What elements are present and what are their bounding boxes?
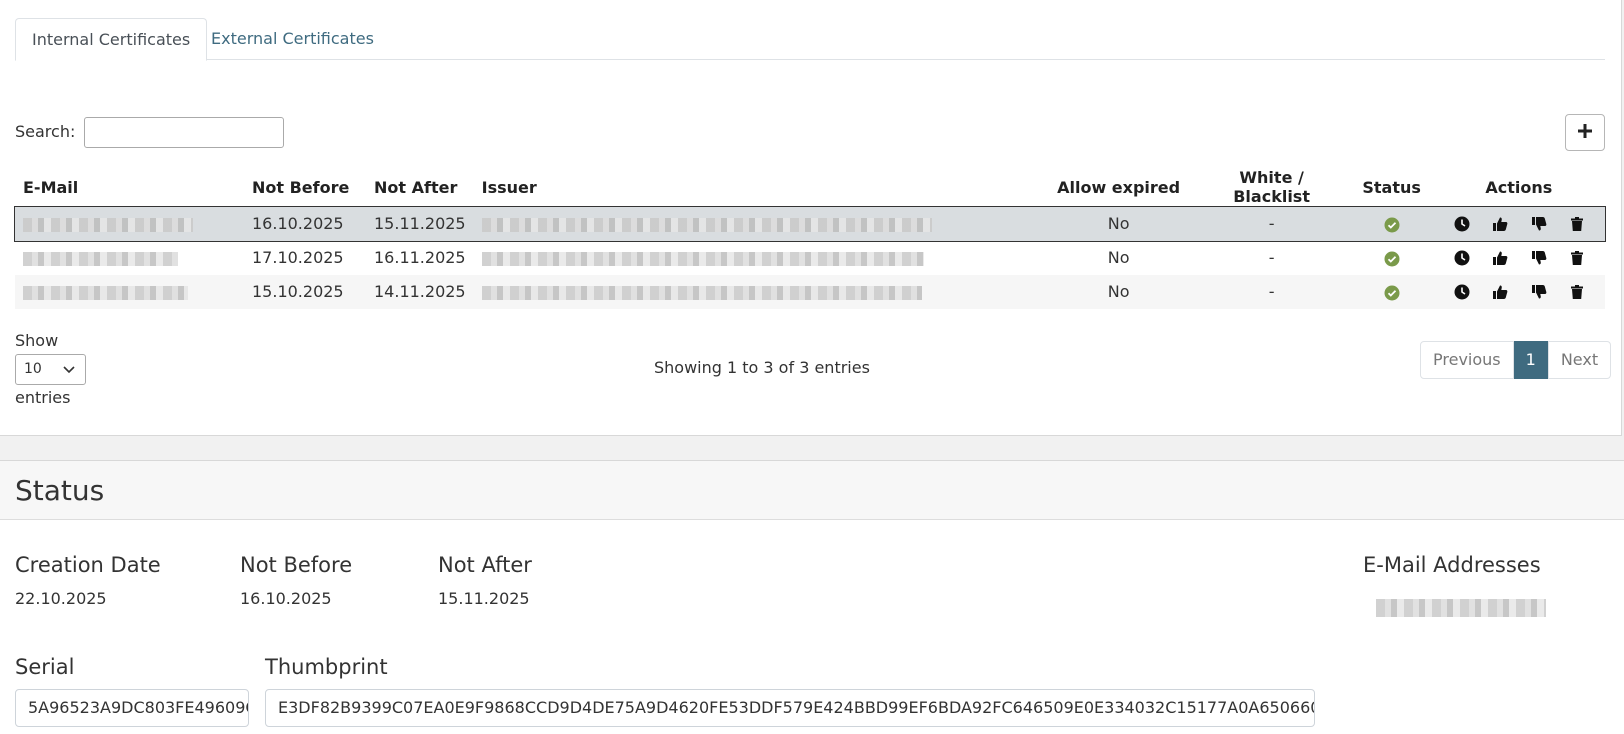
redacted-email	[23, 285, 188, 300]
pagination: Previous 1 Next	[1420, 341, 1612, 379]
allow-expired-cell: No	[1044, 206, 1193, 241]
not-after-cell: 15.11.2025	[366, 206, 474, 241]
previous-page-button[interactable]: Previous	[1420, 341, 1514, 379]
page-1-button[interactable]: 1	[1513, 341, 1548, 379]
actions-cell	[1432, 274, 1605, 309]
issuer-cell	[473, 274, 1045, 309]
redacted-issuer	[481, 285, 922, 300]
add-certificate-button[interactable]	[1565, 114, 1605, 151]
list-cell: -	[1192, 206, 1351, 241]
redacted-issuer	[481, 251, 924, 266]
trash-icon[interactable]	[1570, 284, 1584, 300]
email-cell	[15, 274, 244, 309]
thumbs-down-icon[interactable]	[1531, 250, 1548, 266]
table-row[interactable]: 15.10.2025 14.11.2025 No -	[15, 274, 1605, 309]
status-card: Status Creation Date 22.10.2025 Not Befo…	[0, 460, 1624, 734]
check-circle-icon	[1384, 214, 1400, 233]
column-email[interactable]: E-Mail	[15, 168, 244, 207]
column-not-after[interactable]: Not After	[366, 168, 474, 207]
status-cell	[1351, 241, 1433, 275]
not-before-cell: 16.10.2025	[244, 206, 366, 241]
email-cell	[15, 206, 244, 241]
certificate-tabs: Internal Certificates External Certifica…	[15, 18, 1605, 61]
not-after-cell: 14.11.2025	[366, 274, 474, 309]
plus-icon	[1577, 123, 1593, 143]
actions-cell	[1432, 206, 1605, 241]
creation-date-value: 22.10.2025	[15, 589, 107, 608]
list-cell: -	[1192, 274, 1351, 309]
page-length-select[interactable]: 10	[15, 354, 86, 385]
clock-icon[interactable]	[1454, 284, 1470, 300]
thumbs-up-icon[interactable]	[1492, 250, 1509, 266]
email-addresses-label: E-Mail Addresses	[1363, 553, 1541, 577]
trash-icon[interactable]	[1570, 250, 1584, 266]
allow-expired-cell: No	[1107, 248, 1130, 267]
search-label: Search:	[15, 122, 76, 141]
show-label: Show	[15, 331, 59, 350]
column-actions: Actions	[1432, 168, 1605, 207]
thumbs-down-icon[interactable]	[1531, 216, 1548, 232]
redacted-email-address	[1376, 599, 1546, 617]
thumbs-up-icon[interactable]	[1492, 284, 1509, 300]
not-after-value: 15.11.2025	[438, 589, 530, 608]
redacted-email	[23, 251, 178, 266]
not-before-cell: 15.10.2025	[244, 274, 366, 309]
next-page-button[interactable]: Next	[1547, 341, 1612, 379]
not-before-label: Not Before	[240, 553, 353, 577]
page-length-control: Show 10 entries	[15, 330, 86, 409]
certificates-card: Internal Certificates External Certifica…	[0, 0, 1622, 436]
not-after-label: Not After	[438, 553, 532, 577]
certificates-table: E-Mail Not Before Not After Issuer Allow…	[14, 168, 1606, 309]
status-cell	[1350, 274, 1433, 309]
email-cell	[15, 241, 244, 275]
chevron-down-icon	[63, 355, 75, 395]
list-cell: -	[1268, 248, 1275, 267]
not-before-value: 16.10.2025	[240, 589, 332, 608]
column-not-before[interactable]: Not Before	[244, 168, 366, 207]
thumbs-down-icon[interactable]	[1531, 284, 1548, 300]
thumbprint-field[interactable]: E3DF82B9399C07EA0E9F9868CCD9D4DE75A9D462…	[265, 689, 1315, 727]
clock-icon[interactable]	[1454, 216, 1470, 232]
table-row[interactable]: 16.10.2025 15.11.2025 No -	[14, 205, 1606, 242]
check-circle-icon	[1384, 248, 1400, 267]
column-status[interactable]: Status	[1350, 168, 1433, 207]
status-cell	[1350, 206, 1433, 241]
column-issuer[interactable]: Issuer	[473, 168, 1045, 207]
column-allow-expired[interactable]: Allow expired	[1044, 168, 1193, 207]
issuer-cell	[473, 206, 1045, 241]
tab-external-certificates[interactable]: External Certificates	[195, 18, 390, 61]
issuer-cell	[474, 241, 1045, 275]
allow-expired-cell: No	[1044, 274, 1193, 309]
status-title: Status	[0, 461, 1624, 520]
entries-label: entries	[15, 388, 71, 407]
thumbs-up-icon[interactable]	[1492, 216, 1509, 232]
search-input[interactable]	[84, 117, 284, 148]
column-white-blacklist[interactable]: White / Blacklist	[1192, 168, 1351, 207]
not-after-cell: 16.11.2025	[374, 248, 466, 267]
redacted-email	[23, 217, 193, 232]
thumbprint-label: Thumbprint	[265, 655, 388, 679]
page-length-value: 10	[24, 361, 42, 377]
serial-label: Serial	[15, 655, 75, 679]
table-header-row: E-Mail Not Before Not After Issuer Allow…	[15, 168, 1605, 207]
clock-icon[interactable]	[1454, 250, 1470, 266]
redacted-issuer	[481, 217, 932, 232]
check-circle-icon	[1384, 282, 1400, 301]
not-before-cell: 17.10.2025	[252, 248, 344, 267]
table-info: Showing 1 to 3 of 3 entries	[654, 358, 870, 377]
creation-date-label: Creation Date	[15, 553, 161, 577]
serial-field[interactable]: 5A96523A9DC803FE49609C...	[15, 689, 249, 727]
tab-internal-certificates[interactable]: Internal Certificates	[15, 18, 208, 61]
actions-cell	[1433, 241, 1605, 275]
trash-icon[interactable]	[1570, 216, 1584, 232]
table-row[interactable]: 17.10.2025 16.11.2025 No -	[15, 241, 1605, 275]
